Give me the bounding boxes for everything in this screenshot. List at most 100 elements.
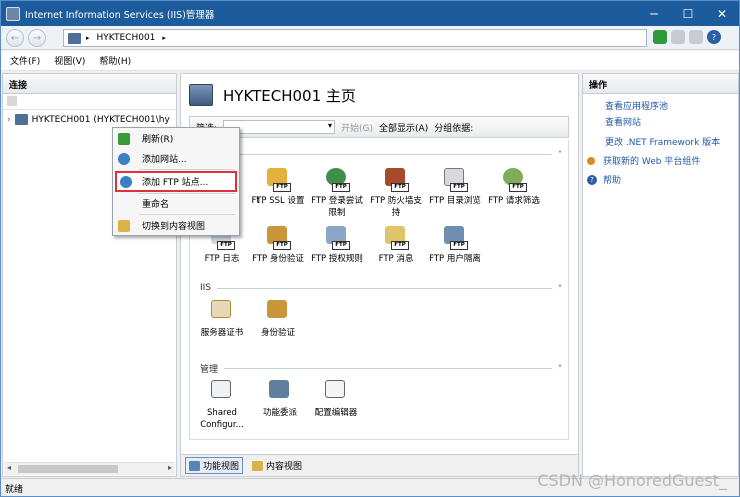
feature-ftp-firewall[interactable]: FTP FTP 防火墙支持 bbox=[368, 168, 424, 219]
title-bar: Internet Information Services (IIS)管理器 ─… bbox=[1, 1, 739, 26]
features-list: ˄ t FTP FTP SSL 设置 FTP FTP 登录尝试限制 FTP FT… bbox=[189, 140, 569, 440]
checklist-icon bbox=[209, 380, 235, 404]
filter-icon: FTP bbox=[501, 168, 527, 192]
feature-ftp-logon-attempts[interactable]: FTP FTP 登录尝试限制 bbox=[309, 168, 365, 219]
help-icon[interactable]: ? bbox=[707, 30, 721, 44]
page-header: HYKTECH001 主页 bbox=[189, 84, 356, 106]
group-header-iis[interactable]: IIS ˄ bbox=[200, 282, 562, 294]
action-get-web-platform[interactable]: 获取新的 Web 平台组件 bbox=[587, 154, 700, 167]
server-icon bbox=[68, 32, 81, 44]
breadcrumb[interactable]: ▸ HYKTECH001 ▸ bbox=[63, 29, 647, 47]
maximize-button[interactable]: ☐ bbox=[671, 1, 705, 26]
menu-item-add-ftp-site[interactable]: 添加 FTP 站点... bbox=[115, 171, 237, 192]
show-all-button[interactable]: 全部显示(A) bbox=[379, 121, 428, 134]
view-switcher: 功能视图 内容视图 bbox=[181, 454, 578, 476]
page-title: HYKTECH001 主页 bbox=[223, 86, 356, 105]
lock-icon: FTP bbox=[265, 168, 291, 192]
tree-item-label: HYKTECH001 (HYKTECH001\hy bbox=[31, 114, 170, 125]
menu-item-switch-content-view[interactable]: 切换到内容视图 bbox=[115, 216, 237, 235]
filter-bar: 筛选: 开始(G) 全部显示(A) 分组依据: bbox=[189, 116, 569, 138]
globe-icon: FTP bbox=[324, 168, 350, 192]
horizontal-scrollbar[interactable]: ◂ ▸ bbox=[4, 462, 175, 475]
connections-toolbar bbox=[3, 94, 176, 110]
add-ftp-icon bbox=[120, 175, 132, 188]
web-platform-icon bbox=[587, 156, 595, 165]
action-view-sites[interactable]: 查看网站 bbox=[605, 115, 641, 128]
feature-ftp-directory-browsing[interactable]: FTP FTP 目录浏览 bbox=[427, 168, 483, 207]
breadcrumb-server[interactable]: HYKTECH001 bbox=[97, 33, 156, 43]
collapse-icon[interactable]: ˄ bbox=[558, 284, 562, 293]
add-website-icon bbox=[118, 152, 130, 165]
menu-item-refresh[interactable]: 刷新(R) bbox=[115, 129, 237, 148]
feature-ftp-messages[interactable]: FTP FTP 消息 bbox=[368, 226, 424, 265]
menu-help[interactable]: 帮助(H) bbox=[99, 54, 131, 67]
feature-server-certificates[interactable]: 服务器证书 bbox=[194, 300, 250, 339]
filter-go-button[interactable]: 开始(G) bbox=[341, 121, 373, 134]
user-lock-icon bbox=[265, 300, 291, 324]
server-large-icon bbox=[189, 84, 213, 106]
delegation-icon bbox=[267, 380, 293, 404]
home-icon[interactable] bbox=[689, 30, 703, 44]
menu-item-add-website[interactable]: 添加网站... bbox=[115, 149, 237, 168]
certificate-icon bbox=[209, 300, 235, 324]
feature-authentication[interactable]: 身份验证 bbox=[250, 300, 306, 339]
directory-icon: FTP bbox=[442, 168, 468, 192]
actions-pane: 操作 查看应用程序池 查看网站 更改 .NET Framework 版本 获取新… bbox=[582, 73, 739, 477]
users-icon: FTP bbox=[442, 226, 468, 250]
menu-view[interactable]: 视图(V) bbox=[54, 54, 85, 67]
feature-ftp-authorization[interactable]: FTP FTP 授权规则 bbox=[309, 226, 365, 265]
go-icon[interactable] bbox=[653, 30, 667, 44]
collapse-icon[interactable]: ˄ bbox=[558, 364, 562, 373]
tree-item-server[interactable]: › HYKTECH001 (HYKTECH001\hy bbox=[7, 114, 175, 125]
feature-ftp-authentication[interactable]: FTP FTP 身份验证 bbox=[250, 226, 306, 265]
stop-icon[interactable] bbox=[671, 30, 685, 44]
key-icon: FTP bbox=[324, 226, 350, 250]
feature-ftp-user-isolation[interactable]: FTP FTP 用户隔离 bbox=[427, 226, 483, 265]
content-view-tab[interactable]: 内容视图 bbox=[249, 458, 305, 473]
scroll-right-icon[interactable]: ▸ bbox=[168, 463, 172, 472]
user-lock-icon: FTP bbox=[265, 226, 291, 250]
breadcrumb-sep-1: ▸ bbox=[86, 34, 90, 42]
content-view-icon bbox=[252, 460, 264, 471]
actions-title: 操作 bbox=[583, 74, 738, 94]
group-by-label[interactable]: 分组依据: bbox=[434, 121, 473, 134]
feature-configuration-editor[interactable]: 配置编辑器 bbox=[308, 380, 364, 419]
feature-shared-configuration[interactable]: Shared Configur... bbox=[192, 380, 252, 431]
group-header-ftp[interactable]: ˄ bbox=[200, 148, 562, 160]
breadcrumb-sep-2: ▸ bbox=[162, 34, 166, 42]
action-view-app-pools[interactable]: 查看应用程序池 bbox=[605, 99, 668, 112]
feature-ftp-request-filtering[interactable]: FTP FTP 请求筛选 bbox=[486, 168, 542, 207]
help-icon: ? bbox=[587, 174, 597, 185]
menu-file[interactable]: 文件(F) bbox=[10, 54, 40, 67]
action-help[interactable]: ? 帮助 bbox=[587, 173, 621, 186]
content-view-icon bbox=[118, 219, 130, 232]
forward-button[interactable]: → bbox=[28, 29, 46, 47]
connect-icon[interactable] bbox=[7, 96, 17, 106]
feature-delegation[interactable]: 功能委派 bbox=[252, 380, 308, 419]
feature-ftp-ssl[interactable]: FTP FTP SSL 设置 bbox=[250, 168, 306, 207]
features-view-tab[interactable]: 功能视图 bbox=[185, 457, 244, 474]
scroll-left-icon[interactable]: ◂ bbox=[7, 463, 11, 472]
context-menu: 刷新(R) 添加网站... 添加 FTP 站点... 重命名 切换到内容视图 bbox=[112, 127, 240, 236]
message-icon: FTP bbox=[383, 226, 409, 250]
back-button[interactable]: ← bbox=[6, 29, 24, 47]
window-title: Internet Information Services (IIS)管理器 bbox=[25, 9, 215, 21]
iis-manager-window: Internet Information Services (IIS)管理器 ─… bbox=[0, 0, 740, 497]
scroll-thumb[interactable] bbox=[18, 465, 118, 473]
address-toolbar: ? bbox=[653, 30, 721, 44]
editor-icon bbox=[323, 380, 349, 404]
minimize-button[interactable]: ─ bbox=[637, 1, 671, 26]
close-button[interactable]: ✕ bbox=[705, 1, 739, 26]
action-change-net-version[interactable]: 更改 .NET Framework 版本 bbox=[605, 135, 720, 148]
features-view-icon bbox=[189, 460, 200, 471]
status-text: 就绪 bbox=[5, 485, 24, 495]
collapse-icon[interactable]: ˄ bbox=[558, 150, 562, 159]
menu-item-rename[interactable]: 重命名 bbox=[115, 194, 237, 213]
menu-bar: 文件(F) 视图(V) 帮助(H) bbox=[1, 51, 739, 71]
server-icon bbox=[14, 114, 28, 125]
tree-expand-icon[interactable]: › bbox=[7, 115, 11, 125]
connections-title: 连接 bbox=[3, 74, 176, 94]
window-controls: ─ ☐ ✕ bbox=[637, 1, 739, 26]
group-header-management[interactable]: 管理 ˄ bbox=[200, 362, 562, 375]
watermark: CSDN @HonoredGuest_ bbox=[537, 471, 727, 490]
